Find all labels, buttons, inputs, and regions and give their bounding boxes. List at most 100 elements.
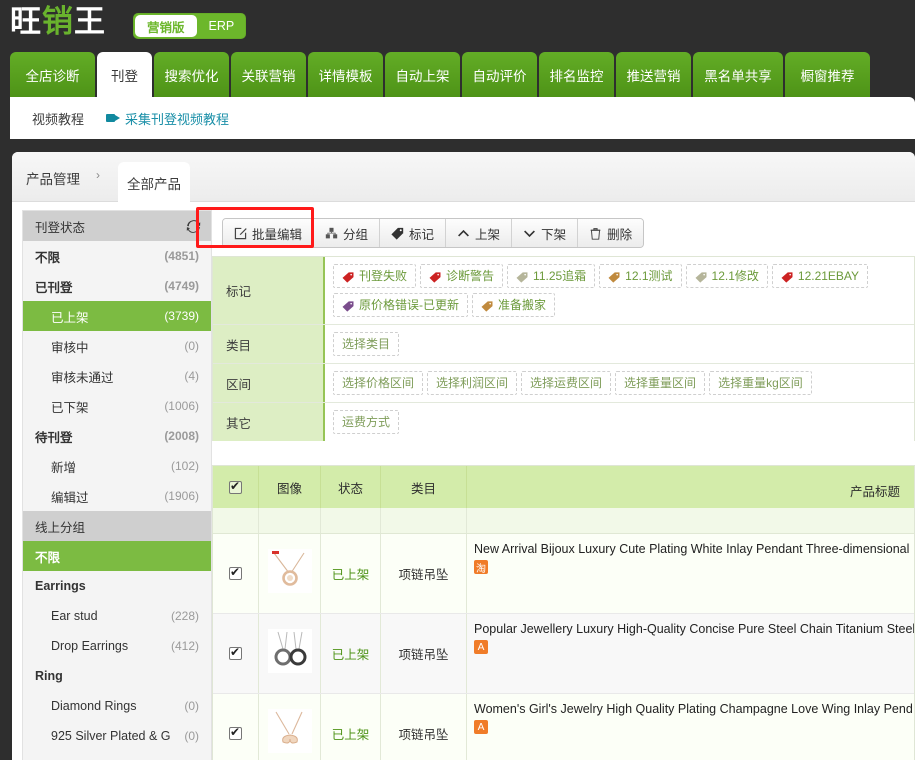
filter-chip-11.25追霜[interactable]: 11.25追霜 <box>507 264 596 288</box>
toolbar-button-label: 下架 <box>541 227 567 242</box>
sidebar-item-新增[interactable]: 新增 (102) <box>23 451 211 481</box>
refresh-icon[interactable] <box>186 219 201 234</box>
table-row[interactable]: 已上架 项链吊坠 Women's Girl's Jewelry High Quali… <box>213 694 914 760</box>
filter-chip-12.1测试[interactable]: 12.1测试 <box>599 264 682 288</box>
filter-row-status-cell <box>321 508 381 533</box>
sidebar-item-925 Silver Plated & G[interactable]: 925 Silver Plated & G (0) <box>23 721 211 751</box>
header-category-cell: 类目 <box>381 466 467 508</box>
filter-chip-选择利润区间[interactable]: 选择利润区间 <box>427 371 518 395</box>
toolbar-button-5[interactable]: 删除 <box>578 219 644 247</box>
filter-row-chk-cell <box>213 508 259 533</box>
version-marketing-button[interactable]: 营销版 <box>135 15 197 37</box>
sidebar-group-header-label: 线上分组 <box>35 520 86 535</box>
filter-chip-准备搬家[interactable]: 准备搬家 <box>472 293 556 317</box>
source-badge-icon[interactable]: A <box>474 640 488 654</box>
filter-row-label-cell: 区间 <box>213 364 325 402</box>
filter-chip-12.21EBAY[interactable]: 12.21EBAY <box>771 264 869 288</box>
toolbar-button-3[interactable]: 上架 <box>446 219 513 247</box>
nav-tab-5[interactable]: 自动上架 <box>385 52 460 97</box>
filter-chip-运费方式[interactable]: 运费方式 <box>333 410 400 434</box>
breadcrumb-root[interactable]: 产品管理 <box>26 168 80 188</box>
filter-chip-选择类目[interactable]: 选择类目 <box>333 332 400 356</box>
select-all-checkbox[interactable] <box>229 479 242 494</box>
nav-tab-9[interactable]: 黑名单共享 <box>693 52 783 97</box>
edit-icon <box>234 227 247 240</box>
filter-chip-诊断警告[interactable]: 诊断警告 <box>420 264 504 288</box>
row-checkbox[interactable] <box>229 725 242 740</box>
sidebar-item-审核中[interactable]: 审核中 (0) <box>23 331 211 361</box>
source-badge-icon[interactable]: A <box>474 720 488 734</box>
filter-chip-label: 运费方式 <box>342 415 391 429</box>
product-title[interactable]: Popular Jewellery Luxury High-Quality Co… <box>474 621 914 637</box>
sidebar-item-Earrings[interactable]: Earrings <box>23 571 211 601</box>
table-row[interactable]: 已上架 项链吊坠 New Arrival Bijoux Luxury Cute Pl… <box>213 534 914 614</box>
product-thumbnail[interactable] <box>267 709 312 758</box>
version-erp-button[interactable]: ERP <box>197 13 247 39</box>
filter-chip-选择重量kg区间[interactable]: 选择重量kg区间 <box>709 371 812 395</box>
nav-tab-1[interactable]: 刊登 <box>97 52 152 97</box>
video-tutorial-bar: 视频教程 采集刊登视频教程 <box>10 97 915 139</box>
sidebar-item-待刊登[interactable]: 待刊登 (2008) <box>23 421 211 451</box>
filter-chip-label: 12.21EBAY <box>797 269 860 283</box>
nav-tab-7[interactable]: 排名监控 <box>539 52 614 97</box>
filter-chip-刊登失败[interactable]: 刊登失败 <box>333 264 417 288</box>
filter-chip-选择价格区间[interactable]: 选择价格区间 <box>333 371 424 395</box>
nav-tab-4[interactable]: 详情模板 <box>308 52 383 97</box>
sidebar-item-审核未通过[interactable]: 审核未通过 (4) <box>23 361 211 391</box>
content-panel: 产品管理 › 全部产品 刊登状态 不限 (4851) 已刊登 (4749) 已上架 (37… <box>12 152 915 760</box>
nav-tab-2[interactable]: 搜索优化 <box>154 52 229 97</box>
sidebar-item-label: 不限 <box>35 550 61 565</box>
toolbar-button-0[interactable]: 批量编辑 <box>223 219 315 247</box>
sidebar-item-Ring[interactable]: Ring <box>23 661 211 691</box>
product-table-filter-row <box>213 508 914 534</box>
header-status-label: 状态 <box>337 481 363 496</box>
sidebar-item-count: (2008) <box>164 429 199 443</box>
left-sidebar: 刊登状态 不限 (4851) 已刊登 (4749) 已上架 (3739) 审核中 (0) 审核未… <box>22 210 212 760</box>
source-badge-icon[interactable]: 淘 <box>474 560 488 575</box>
product-title[interactable]: Women's Girl's Jewelry High Quality Plat… <box>474 701 913 717</box>
sidebar-item-编辑过[interactable]: 编辑过 (1906) <box>23 481 211 511</box>
filter-row-value-cell: 选择价格区间 选择利润区间 选择运费区间 选择重量区间 选择重量kg区间 <box>325 364 914 402</box>
video-camera-icon <box>106 113 121 123</box>
category-label: 项链吊坠 <box>398 568 449 582</box>
filter-row-value-cell: 刊登失败 诊断警告 11.25追霜 12.1测试 12.1修改 12.21EBAY 原价格错… <box>325 257 914 324</box>
toolbar-button-4[interactable]: 下架 <box>512 219 579 247</box>
nav-tab-8[interactable]: 推送营销 <box>616 52 691 97</box>
sidebar-item-label: 审核中 <box>51 340 89 355</box>
collect-publish-video-link[interactable]: 采集刊登视频教程 <box>106 109 229 128</box>
row-checkbox[interactable] <box>229 565 242 580</box>
sidebar-item-Drop Earrings[interactable]: Drop Earrings (412) <box>23 631 211 661</box>
product-thumbnail[interactable] <box>267 549 312 598</box>
product-thumbnail[interactable] <box>267 629 312 678</box>
sidebar-item-不限[interactable]: 不限 <box>23 541 211 571</box>
sidebar-item-Ear stud[interactable]: Ear stud (228) <box>23 601 211 631</box>
tab-all-products[interactable]: 全部产品 <box>118 162 190 203</box>
row-checkbox[interactable] <box>229 645 242 660</box>
filter-row-区间: 区间 选择价格区间 选择利润区间 选择运费区间 选择重量区间 选择重量kg区间 <box>213 364 914 403</box>
filter-row-label-cell: 类目 <box>213 325 325 363</box>
filter-chip-选择重量区间[interactable]: 选择重量区间 <box>615 371 706 395</box>
filter-row-label: 标记 <box>226 285 252 299</box>
toolbar-button-2[interactable]: 标记 <box>380 219 447 247</box>
nav-tab-0[interactable]: 全店诊断 <box>10 52 95 97</box>
nav-tab-10[interactable]: 橱窗推荐 <box>785 52 870 97</box>
filter-chip-选择运费区间[interactable]: 选择运费区间 <box>521 371 612 395</box>
nav-tab-3[interactable]: 关联营销 <box>231 52 306 97</box>
sidebar-item-Diamond Rings[interactable]: Diamond Rings (0) <box>23 691 211 721</box>
filter-row-其它: 其它 运费方式 <box>213 403 914 441</box>
version-switch[interactable]: 营销版 ERP <box>133 13 247 39</box>
sidebar-item-不限[interactable]: 不限 (4851) <box>23 241 211 271</box>
toolbar-button-1[interactable]: 分组 <box>314 219 381 247</box>
filter-chip-原价格错误-已更新[interactable]: 原价格错误-已更新 <box>333 293 468 317</box>
product-title[interactable]: New Arrival Bijoux Luxury Cute Plating W… <box>474 541 909 557</box>
sidebar-item-已刊登[interactable]: 已刊登 (4749) <box>23 271 211 301</box>
sidebar-item-已上架[interactable]: 已上架 (3739) <box>23 301 211 331</box>
nav-tab-6[interactable]: 自动评价 <box>462 52 537 97</box>
filter-row-value-cell: 运费方式 <box>325 403 914 441</box>
sidebar-item-count: (0) <box>184 729 199 743</box>
table-row[interactable]: 已上架 项链吊坠 Popular Jewellery Luxury High-Qua… <box>213 614 914 694</box>
row-image-cell <box>259 614 321 693</box>
sidebar-item-已下架[interactable]: 已下架 (1006) <box>23 391 211 421</box>
filter-chip-12.1修改[interactable]: 12.1修改 <box>685 264 768 288</box>
nav-tab-label: 刊登 <box>111 68 138 84</box>
